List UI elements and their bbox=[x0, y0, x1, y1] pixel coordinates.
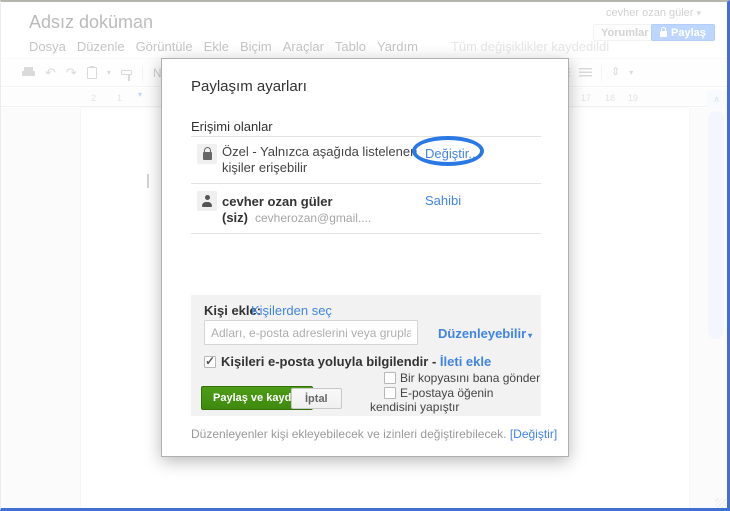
footer-text: Düzenleyenler kişi ekleyebilecek ve izin… bbox=[191, 427, 507, 441]
sharing-settings-dialog: Paylaşım ayarları Erişimi olanlar Özel -… bbox=[161, 58, 569, 457]
notify-by-email-row: ✓ Kişileri e-posta yoluyla bilgilendir - … bbox=[204, 354, 491, 369]
owner-entry: cevher ozan güler (siz) cevherozan@gmail.… bbox=[222, 191, 427, 226]
owner-email: cevherozan@gmail.... bbox=[255, 211, 372, 225]
private-access-text: Özel - Yalnızca aşağıda listelenen kişil… bbox=[222, 144, 418, 175]
dialog-footer: Düzenleyenler kişi ekleyebilecek ve izin… bbox=[191, 427, 557, 441]
lock-icon bbox=[202, 147, 212, 160]
access-row-private: Özel - Yalnızca aşağıda listelenen kişil… bbox=[191, 137, 541, 184]
cancel-button[interactable]: İptal bbox=[291, 388, 342, 409]
invite-people-input[interactable] bbox=[204, 320, 418, 345]
notify-checkbox[interactable]: ✓ bbox=[204, 354, 216, 368]
paste-item-option: E-postaya öğenin kendisini yapıştır bbox=[370, 386, 542, 414]
send-copy-checkbox[interactable] bbox=[384, 372, 396, 384]
change-access-link[interactable]: Değiştir... bbox=[425, 146, 479, 161]
email-options: Bir kopyasını bana gönder E-postaya öğen… bbox=[370, 371, 542, 415]
owner-role-link[interactable]: Sahibi bbox=[425, 193, 461, 208]
docs-window: Adsız doküman ☆ cevher ozan güler▾ Yorum… bbox=[0, 0, 730, 511]
checkmark-icon: ✓ bbox=[205, 354, 216, 368]
send-copy-label: Bir kopyasını bana gönder bbox=[400, 371, 541, 385]
access-row-owner: cevher ozan güler (siz) cevherozan@gmail.… bbox=[191, 184, 541, 234]
dialog-title: Paylaşım ayarları bbox=[191, 78, 307, 95]
permission-dropdown[interactable]: Düzenleyebilir ▾ bbox=[438, 326, 532, 341]
send-copy-option: Bir kopyasını bana gönder bbox=[370, 371, 542, 385]
person-icon bbox=[201, 195, 213, 207]
access-list: Özel - Yalnızca aşağıda listelenen kişil… bbox=[191, 136, 541, 234]
chevron-down-icon: ▾ bbox=[528, 331, 533, 340]
notify-label: Kişileri e-posta yoluyla bilgilendir - bbox=[221, 354, 437, 369]
footer-change-link[interactable]: [Değiştir] bbox=[510, 427, 557, 441]
invite-panel: Kişi ekle: Kişilerden seç Düzenleyebilir… bbox=[191, 295, 541, 416]
access-section-heading: Erişimi olanlar bbox=[191, 119, 273, 134]
choose-from-contacts-link[interactable]: Kişilerden seç bbox=[251, 303, 332, 318]
paste-item-checkbox[interactable] bbox=[384, 387, 396, 399]
add-message-link[interactable]: İleti ekle bbox=[440, 354, 491, 369]
